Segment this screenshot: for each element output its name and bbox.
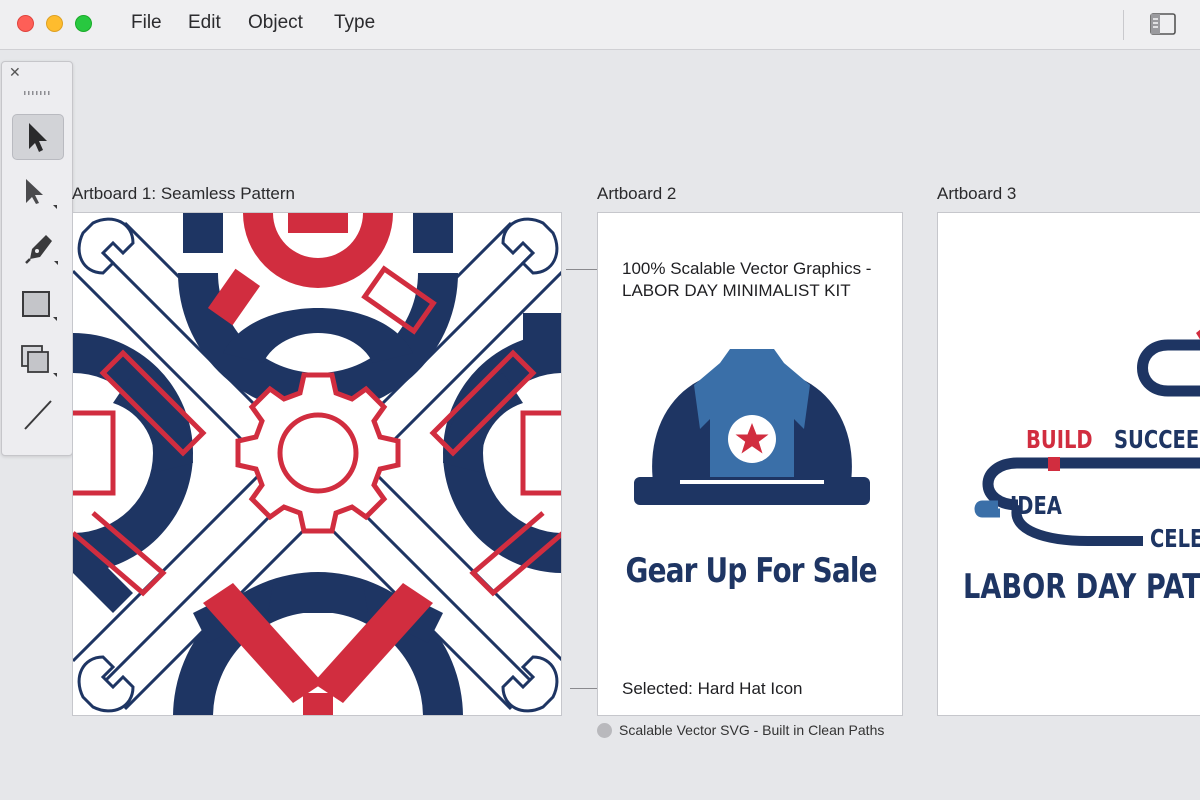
word-celebrate: CELEB	[1150, 524, 1200, 553]
close-window-button[interactable]	[17, 15, 34, 32]
pathway-illustration[interactable]	[938, 213, 1200, 716]
menu-divider	[1123, 10, 1124, 40]
menu-file[interactable]: File	[131, 12, 162, 34]
arrow-icon	[29, 123, 47, 152]
hollow-arrow-icon	[26, 179, 57, 209]
rectangle-icon	[22, 291, 57, 321]
pen-tool[interactable]	[12, 226, 64, 272]
gear-wrench-pattern[interactable]	[73, 213, 562, 716]
close-icon[interactable]: ✕	[9, 65, 23, 79]
artboard-1[interactable]	[72, 212, 562, 716]
artboard-2-label[interactable]: Artboard 2	[597, 184, 676, 204]
callout-top-line-1: 100% Scalable Vector Graphics -	[622, 259, 872, 278]
line-icon	[24, 400, 52, 430]
title-bar: File Edit Object Type	[0, 0, 1200, 50]
word-build: BUILD	[1026, 425, 1093, 454]
pen-nib-icon	[25, 235, 58, 265]
word-succeed: SUCCEED	[1114, 425, 1200, 454]
menu-type[interactable]: Type	[334, 12, 375, 34]
artboard-3[interactable]: BUILD SUCCEED IDEA CELEB LABOR DAY PATHW	[937, 212, 1200, 716]
stacked-squares-icon	[21, 345, 57, 377]
menu-edit[interactable]: Edit	[188, 12, 221, 34]
sidebar-toggle-icon[interactable]	[1150, 13, 1176, 35]
grip-icon[interactable]	[24, 90, 52, 96]
callout-selected-hard-hat: Selected: Hard Hat Icon	[622, 679, 803, 698]
zoom-window-button[interactable]	[75, 15, 92, 32]
direct-selection-tool[interactable]	[12, 170, 64, 216]
artboard-3-label[interactable]: Artboard 3	[937, 184, 1016, 204]
callout-top-line-2: LABOR DAY MINIMALIST KIT	[622, 281, 851, 300]
line-tool[interactable]	[12, 392, 64, 438]
pathway-title[interactable]: LABOR DAY PATHW	[963, 567, 1200, 607]
tools-panel: ✕	[1, 61, 73, 456]
word-idea: IDEA	[1010, 491, 1062, 520]
status-dot-icon	[597, 723, 612, 738]
artboard-tool[interactable]	[12, 338, 64, 384]
minimize-window-button[interactable]	[46, 15, 63, 32]
selection-tool[interactable]	[12, 114, 64, 160]
menu-object[interactable]: Object	[248, 12, 303, 34]
hard-hat-icon[interactable]	[634, 349, 870, 509]
gear-up-title[interactable]: Gear Up For Sale	[626, 551, 878, 591]
footnote-caption: Scalable Vector SVG - Built in Clean Pat…	[619, 722, 885, 738]
artboard-1-label[interactable]: Artboard 1: Seamless Pattern	[72, 184, 295, 204]
rectangle-tool[interactable]	[12, 282, 64, 328]
